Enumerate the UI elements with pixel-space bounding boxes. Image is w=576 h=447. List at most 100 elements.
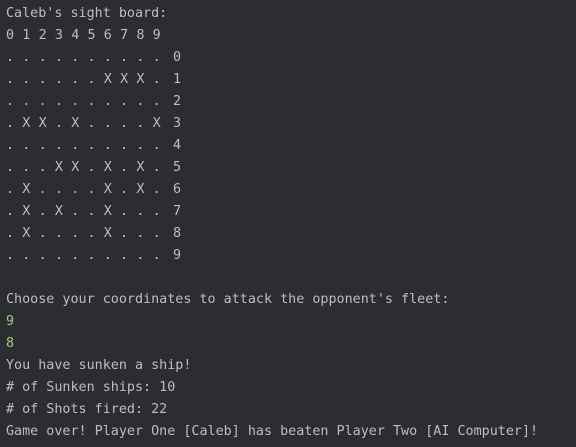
board-row: . X. X.. X... 7 [6, 201, 576, 223]
empty-cell: . [103, 50, 112, 65]
hit-marker: X [38, 116, 47, 131]
empty-cell: . [54, 226, 63, 241]
empty-cell: . [6, 160, 15, 175]
input-row-value: 9 [6, 314, 15, 329]
empty-cell: . [54, 248, 63, 263]
hit-marker: X [54, 160, 63, 175]
empty-cell: . [136, 94, 145, 109]
empty-cell: . [54, 72, 63, 87]
hit-marker: X [103, 160, 112, 175]
empty-cell: . [152, 182, 161, 197]
empty-cell: . [38, 138, 47, 153]
empty-cell: . [152, 204, 161, 219]
board-row: . X.... X... 8 [6, 223, 576, 245]
empty-cell: . [152, 50, 161, 65]
empty-cell: . [120, 248, 129, 263]
row-label: 1 [172, 72, 182, 87]
empty-cell: . [152, 138, 161, 153]
hit-marker: X [136, 160, 145, 175]
hit-marker: X [71, 160, 80, 175]
column-header-cell: 4 [71, 28, 80, 43]
empty-cell: . [120, 116, 129, 131]
empty-cell: . [152, 248, 161, 263]
empty-cell: . [136, 138, 145, 153]
row-label: 8 [172, 226, 182, 241]
empty-cell: . [136, 116, 145, 131]
row-label: 2 [172, 94, 182, 109]
hit-marker: X [103, 226, 112, 241]
board-row: ...XX.X.X.5 [6, 157, 576, 179]
empty-cell: . [103, 248, 112, 263]
board-row: .XX.X....X3 [6, 113, 576, 135]
row-label: 6 [172, 182, 182, 197]
empty-cell: . [54, 116, 63, 131]
hit-marker: X [136, 72, 145, 87]
empty-cell: . [103, 138, 112, 153]
empty-cell: . [71, 182, 80, 197]
empty-cell: . [152, 72, 161, 87]
hit-marker: X [22, 182, 31, 197]
column-header-cell: 7 [120, 28, 129, 43]
row-label: 5 [172, 160, 182, 175]
hit-marker: X [54, 204, 63, 219]
column-header-cell: 0 [6, 28, 15, 43]
column-header-cell: 5 [87, 28, 96, 43]
hit-marker: X [103, 72, 112, 87]
empty-cell: . [6, 72, 15, 87]
hit-marker: X [103, 182, 112, 197]
hit-marker: X [136, 182, 145, 197]
hit-marker: X [71, 116, 80, 131]
empty-cell: . [22, 248, 31, 263]
board-row: . X.... X. X. 6 [6, 179, 576, 201]
empty-cell: . [6, 138, 15, 153]
board-row: .......... 4 [6, 135, 576, 157]
empty-cell: . [6, 204, 15, 219]
empty-cell: . [38, 50, 47, 65]
empty-cell: . [54, 94, 63, 109]
empty-cell: . [136, 226, 145, 241]
empty-cell: . [120, 138, 129, 153]
row-label: 0 [172, 50, 182, 65]
empty-cell: . [71, 248, 80, 263]
console-output: Caleb's sight board: 0123456789 ........… [0, 0, 576, 447]
empty-cell: . [38, 182, 47, 197]
empty-cell: . [120, 94, 129, 109]
empty-cell: . [22, 160, 31, 175]
empty-cell: . [71, 94, 80, 109]
empty-cell: . [54, 138, 63, 153]
empty-cell: . [22, 50, 31, 65]
empty-cell: . [103, 116, 112, 131]
empty-cell: . [22, 94, 31, 109]
column-header-cell: 8 [136, 28, 145, 43]
empty-cell: . [6, 248, 15, 263]
empty-cell: . [71, 138, 80, 153]
empty-cell: . [87, 248, 96, 263]
empty-cell: . [152, 160, 161, 175]
empty-cell: . [87, 138, 96, 153]
column-header-cell: 3 [54, 28, 63, 43]
empty-cell: . [152, 94, 161, 109]
empty-cell: . [38, 94, 47, 109]
result-message: You have sunken a ship! [6, 358, 192, 373]
empty-cell: . [22, 72, 31, 87]
row-label: 3 [172, 116, 182, 131]
empty-cell: . [120, 50, 129, 65]
empty-cell: . [6, 182, 15, 197]
input-col-value: 8 [6, 336, 15, 351]
game-over-message: Game over! Player One [Caleb] has beaten… [6, 424, 539, 439]
hit-marker: X [22, 226, 31, 241]
board-row: .......... 2 [6, 91, 576, 113]
empty-cell: . [38, 160, 47, 175]
column-header-cell: 9 [152, 28, 161, 43]
empty-cell: . [6, 226, 15, 241]
empty-cell: . [87, 226, 96, 241]
empty-cell: . [71, 50, 80, 65]
hit-marker: X [103, 204, 112, 219]
board-row: .......... 9 [6, 245, 576, 267]
hit-marker: X [22, 204, 31, 219]
empty-cell: . [38, 72, 47, 87]
empty-cell: . [87, 204, 96, 219]
empty-cell: . [152, 226, 161, 241]
empty-cell: . [6, 50, 15, 65]
